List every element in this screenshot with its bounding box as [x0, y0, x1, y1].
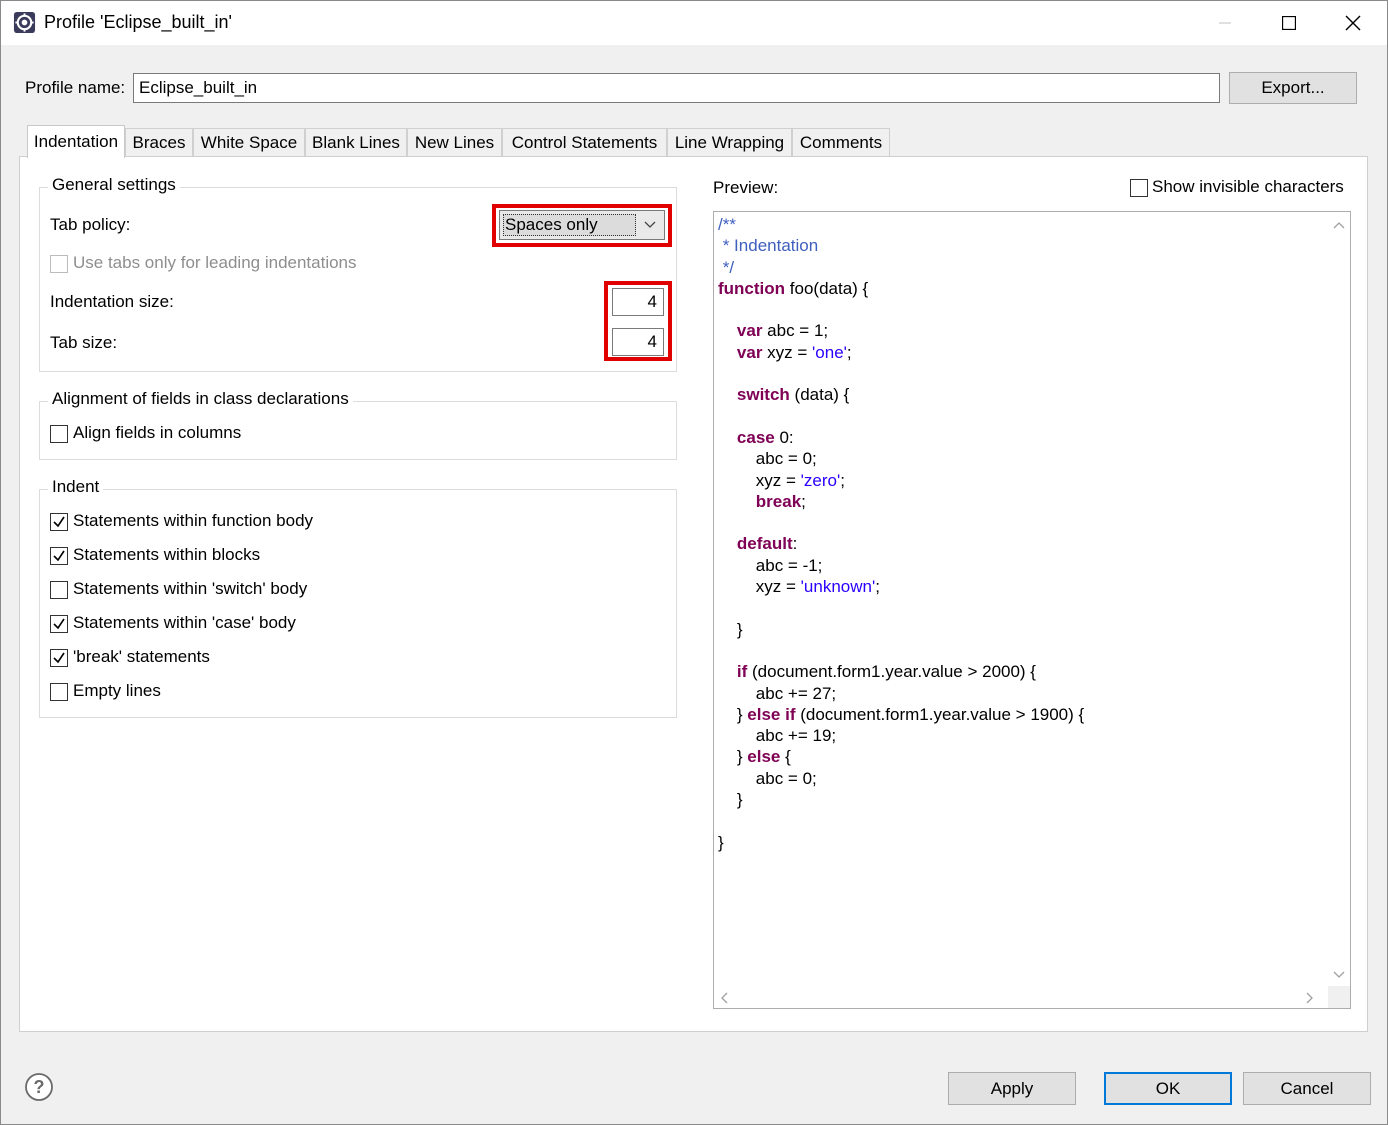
window-title: Profile 'Eclipse_built_in': [44, 12, 232, 32]
indent-title: Indent: [48, 477, 104, 497]
show-invisible-label: Show invisible characters: [1152, 177, 1344, 196]
align-fields-label: Align fields in columns: [73, 423, 242, 442]
svg-text:?: ?: [34, 1077, 45, 1097]
indent-option-label: Statements within 'switch' body: [73, 579, 308, 598]
export-button[interactable]: Export...: [1229, 72, 1357, 104]
tab-control-statements[interactable]: Control Statements: [502, 128, 667, 157]
use-tabs-label: Use tabs only for leading indentations: [73, 253, 357, 272]
scroll-down-icon[interactable]: [1333, 966, 1345, 982]
indent-option-label: Statements within function body: [73, 511, 314, 530]
maximize-button[interactable]: [1257, 1, 1321, 45]
scroll-up-icon[interactable]: [1333, 216, 1345, 232]
cancel-button[interactable]: Cancel: [1243, 1072, 1371, 1105]
horizontal-scrollbar[interactable]: [714, 986, 1328, 1008]
align-fields-checkbox[interactable]: [50, 425, 68, 443]
indent-option-label: Empty lines: [73, 681, 161, 700]
indent-checkbox[interactable]: [50, 615, 68, 633]
tab-new-lines[interactable]: New Lines: [407, 128, 502, 157]
tab-indentation[interactable]: Indentation: [27, 125, 125, 158]
indentation-size-input[interactable]: 4: [612, 288, 664, 316]
close-icon: [1345, 15, 1361, 31]
tab-policy-select[interactable]: Spaces only: [499, 210, 665, 240]
indent-checkbox[interactable]: [50, 547, 68, 565]
tab-line-wrapping[interactable]: Line Wrapping: [667, 128, 792, 157]
indent-checkbox[interactable]: [50, 683, 68, 701]
tab-policy-value: Spaces only: [503, 214, 636, 236]
ok-button[interactable]: OK: [1104, 1072, 1232, 1105]
alignment-title: Alignment of fields in class declaration…: [48, 389, 353, 409]
preview-label: Preview:: [713, 178, 779, 197]
tab-policy-label: Tab policy:: [50, 215, 131, 234]
indent-checkbox[interactable]: [50, 649, 68, 667]
tab-braces[interactable]: Braces: [125, 128, 193, 157]
scrollbar-corner: [1328, 986, 1350, 1008]
code-preview[interactable]: /** * Indentation */ function foo(data) …: [713, 211, 1351, 1009]
scroll-left-icon[interactable]: [720, 991, 728, 1007]
profile-name-input[interactable]: Eclipse_built_in: [133, 73, 1220, 103]
tab-size-label: Tab size:: [50, 333, 118, 352]
scroll-right-icon[interactable]: [1306, 991, 1314, 1007]
vertical-scrollbar[interactable]: [1328, 212, 1350, 986]
indentation-size-label: Indentation size:: [50, 292, 174, 311]
dialog-window: Profile 'Eclipse_built_in' Profile name:…: [0, 0, 1388, 1125]
title-bar: Profile 'Eclipse_built_in': [1, 1, 1387, 45]
use-tabs-checkbox[interactable]: [50, 255, 68, 273]
help-icon[interactable]: ?: [24, 1072, 54, 1102]
show-invisible-checkbox[interactable]: [1130, 179, 1148, 197]
general-settings-title: General settings: [48, 175, 180, 195]
tab-size-input[interactable]: 4: [612, 328, 664, 356]
apply-button[interactable]: Apply: [948, 1072, 1076, 1105]
close-button[interactable]: [1321, 1, 1385, 45]
preview-code: /** * Indentation */ function foo(data) …: [718, 215, 1085, 852]
indent-option-label: Statements within blocks: [73, 545, 261, 564]
tab-blank-lines[interactable]: Blank Lines: [305, 128, 407, 157]
chevron-down-icon: [636, 211, 664, 239]
tab-white-space[interactable]: White Space: [193, 128, 305, 157]
indent-option-label: Statements within 'case' body: [73, 613, 296, 632]
eclipse-gear-icon: [13, 11, 36, 34]
minimize-icon: [1219, 22, 1231, 24]
minimize-button[interactable]: [1193, 1, 1257, 45]
indent-checkbox[interactable]: [50, 581, 68, 599]
tab-comments[interactable]: Comments: [792, 128, 890, 157]
indent-checkbox[interactable]: [50, 513, 68, 531]
indent-option-label: 'break' statements: [73, 647, 210, 666]
maximize-icon: [1282, 16, 1296, 30]
profile-name-label: Profile name:: [25, 78, 126, 97]
